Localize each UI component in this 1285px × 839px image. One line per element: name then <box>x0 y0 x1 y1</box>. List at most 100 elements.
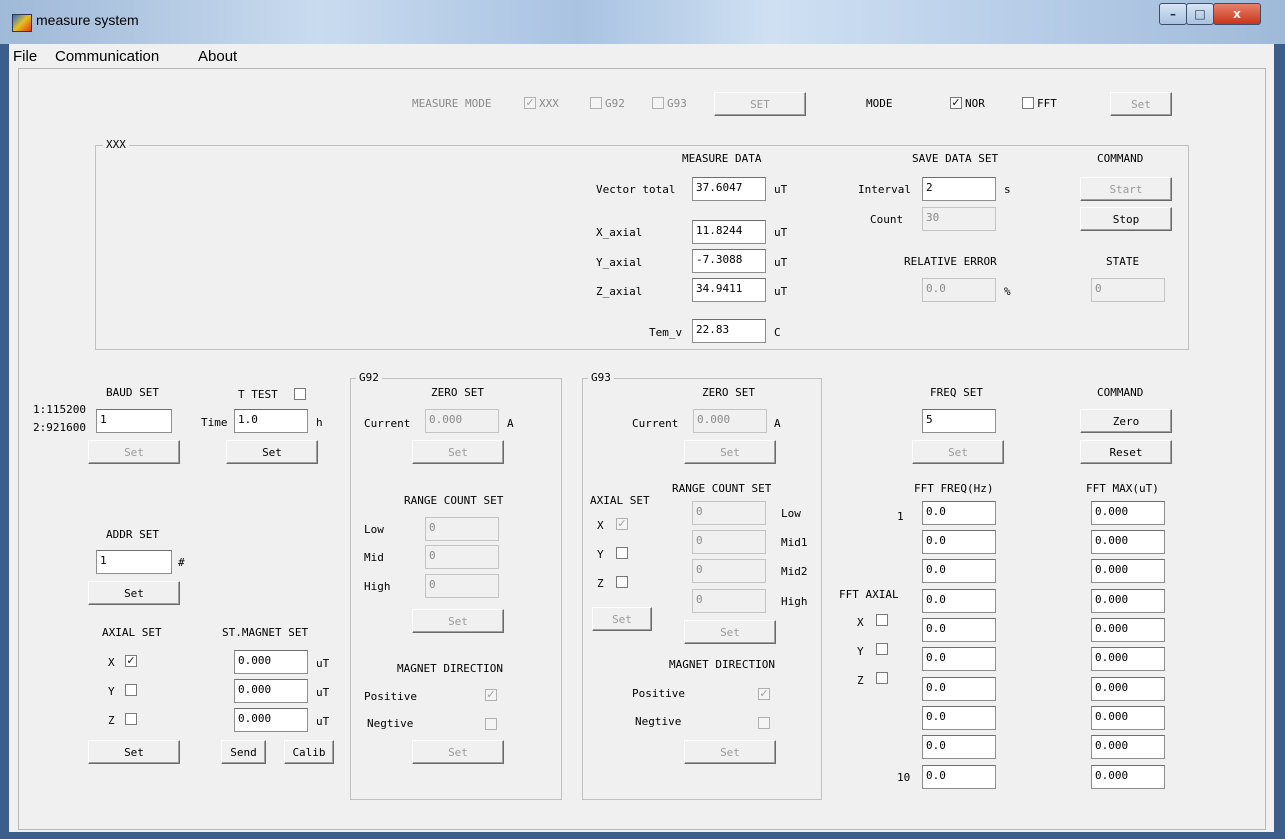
maximize-button[interactable]: □ <box>1186 3 1214 25</box>
st-magnet-field-1[interactable]: 0.000 <box>234 650 308 674</box>
zero-button[interactable]: Zero <box>1080 409 1172 433</box>
g93-range-set-button[interactable]: Set <box>684 620 776 644</box>
g93-checkbox[interactable] <box>652 97 664 109</box>
time-field[interactable]: 1.0 <box>234 409 308 433</box>
fft-freq-field[interactable]: 0.0 <box>922 647 996 671</box>
g93-direction-set-button[interactable]: Set <box>684 740 776 764</box>
g93-mid1-field[interactable]: 0 <box>692 530 766 554</box>
st-magnet-unit-1: uT <box>316 657 330 670</box>
st-magnet-field-2[interactable]: 0.000 <box>234 679 308 703</box>
fft-max-field[interactable]: 0.000 <box>1091 706 1165 730</box>
t-test-set-button[interactable]: Set <box>226 440 318 464</box>
fft-checkbox[interactable] <box>1022 97 1034 109</box>
fft-axial-z-checkbox[interactable] <box>876 672 888 684</box>
addr-set-button[interactable]: Set <box>88 581 180 605</box>
measure-mode-set-button[interactable]: SET <box>714 92 806 116</box>
minimize-button[interactable]: – <box>1159 3 1187 25</box>
baud-field[interactable]: 1 <box>96 409 172 433</box>
g93-mid2-field[interactable]: 0 <box>692 559 766 583</box>
g93-axial-z-checkbox[interactable] <box>616 576 628 588</box>
g93-high-field[interactable]: 0 <box>692 589 766 613</box>
tem-v-field[interactable]: 22.83 <box>692 319 766 343</box>
fft-max-field[interactable]: 0.000 <box>1091 589 1165 613</box>
fft-axial-y-label: Y <box>857 645 864 658</box>
g92-checkbox[interactable] <box>590 97 602 109</box>
g92-group-title: G92 <box>356 371 382 385</box>
xxx-checkbox[interactable]: ✓ <box>524 97 536 109</box>
y-axial-field[interactable]: -7.3088 <box>692 249 766 273</box>
baud-set-button[interactable]: Set <box>88 440 180 464</box>
g92-low-field[interactable]: 0 <box>425 517 499 541</box>
fft-max-heading: FFT MAX(uT) <box>1086 482 1159 495</box>
fft-freq-field[interactable]: 0.0 <box>922 677 996 701</box>
addr-field[interactable]: 1 <box>96 550 172 574</box>
freq-set-button[interactable]: Set <box>912 440 1004 464</box>
g93-positive-checkbox[interactable]: ✓ <box>758 688 770 700</box>
fft-max-field[interactable]: 0.000 <box>1091 647 1165 671</box>
xxx-option-label: XXX <box>539 97 559 110</box>
axial-set-button[interactable]: Set <box>88 740 180 764</box>
fft-max-field[interactable]: 0.000 <box>1091 530 1165 554</box>
g92-zero-set-button[interactable]: Set <box>412 440 504 464</box>
mode-label: MODE <box>866 97 893 110</box>
start-button[interactable]: Start <box>1080 177 1172 201</box>
menu-communication[interactable]: Communication <box>55 48 159 65</box>
state-field[interactable]: 0 <box>1091 278 1165 302</box>
menu-about[interactable]: About <box>198 48 237 65</box>
vector-total-field[interactable]: 37.6047 <box>692 177 766 201</box>
close-button[interactable]: x <box>1213 3 1261 25</box>
send-button[interactable]: Send <box>221 740 266 764</box>
fft-freq-field[interactable]: 0.0 <box>922 618 996 642</box>
g93-axial-set-button[interactable]: Set <box>592 607 652 631</box>
title-bar[interactable] <box>0 0 1285 44</box>
stop-button[interactable]: Stop <box>1080 207 1172 231</box>
fft-axial-heading: FFT AXIAL <box>839 588 899 601</box>
g93-low-field[interactable]: 0 <box>692 501 766 525</box>
axial-x-checkbox[interactable]: ✓ <box>125 655 137 667</box>
axial-z-checkbox[interactable] <box>125 713 137 725</box>
g93-axial-y-checkbox[interactable] <box>616 547 628 559</box>
nor-checkbox[interactable]: ✓ <box>950 97 962 109</box>
g92-mid-field[interactable]: 0 <box>425 545 499 569</box>
g93-current-field[interactable]: 0.000 <box>693 409 767 433</box>
freq-field[interactable]: 5 <box>922 409 996 433</box>
fft-freq-field[interactable]: 0.0 <box>922 735 996 759</box>
fft-freq-field[interactable]: 0.0 <box>922 589 996 613</box>
fft-axial-y-checkbox[interactable] <box>876 643 888 655</box>
fft-freq-field[interactable]: 0.0 <box>922 706 996 730</box>
interval-field[interactable]: 2 <box>922 177 996 201</box>
fft-max-field[interactable]: 0.000 <box>1091 735 1165 759</box>
fft-max-field[interactable]: 0.000 <box>1091 765 1165 789</box>
g92-current-field[interactable]: 0.000 <box>425 409 499 433</box>
g93-axial-x-checkbox[interactable]: ✓ <box>616 518 628 530</box>
fft-freq-field[interactable]: 0.0 <box>922 765 996 789</box>
st-magnet-field-3[interactable]: 0.000 <box>234 708 308 732</box>
fft-max-field[interactable]: 0.000 <box>1091 501 1165 525</box>
x-axial-field[interactable]: 11.8244 <box>692 220 766 244</box>
relative-error-field[interactable]: 0.0 <box>922 278 996 302</box>
fft-axial-x-checkbox[interactable] <box>876 614 888 626</box>
reset-button[interactable]: Reset <box>1080 440 1172 464</box>
window-title: measure system <box>36 12 139 28</box>
mode-set-button[interactable]: Set <box>1110 92 1172 116</box>
calib-button[interactable]: Calib <box>284 740 334 764</box>
axial-y-checkbox[interactable] <box>125 684 137 696</box>
g92-negtive-checkbox[interactable] <box>485 718 497 730</box>
menu-file[interactable]: File <box>13 48 37 65</box>
z-axial-field[interactable]: 34.9411 <box>692 278 766 302</box>
fft-freq-field[interactable]: 0.0 <box>922 559 996 583</box>
fft-freq-heading: FFT FREQ(Hz) <box>914 482 994 495</box>
fft-max-field[interactable]: 0.000 <box>1091 559 1165 583</box>
fft-max-field[interactable]: 0.000 <box>1091 677 1165 701</box>
count-field[interactable]: 30 <box>922 207 996 231</box>
fft-freq-field[interactable]: 0.0 <box>922 501 996 525</box>
g92-positive-checkbox[interactable]: ✓ <box>485 689 497 701</box>
g93-negtive-checkbox[interactable] <box>758 717 770 729</box>
fft-max-field[interactable]: 0.000 <box>1091 618 1165 642</box>
g93-zero-set-button[interactable]: Set <box>684 440 776 464</box>
g92-range-set-button[interactable]: Set <box>412 609 504 633</box>
fft-freq-field[interactable]: 0.0 <box>922 530 996 554</box>
g92-high-field[interactable]: 0 <box>425 574 499 598</box>
g92-direction-set-button[interactable]: Set <box>412 740 504 764</box>
t-test-checkbox[interactable] <box>294 388 306 400</box>
